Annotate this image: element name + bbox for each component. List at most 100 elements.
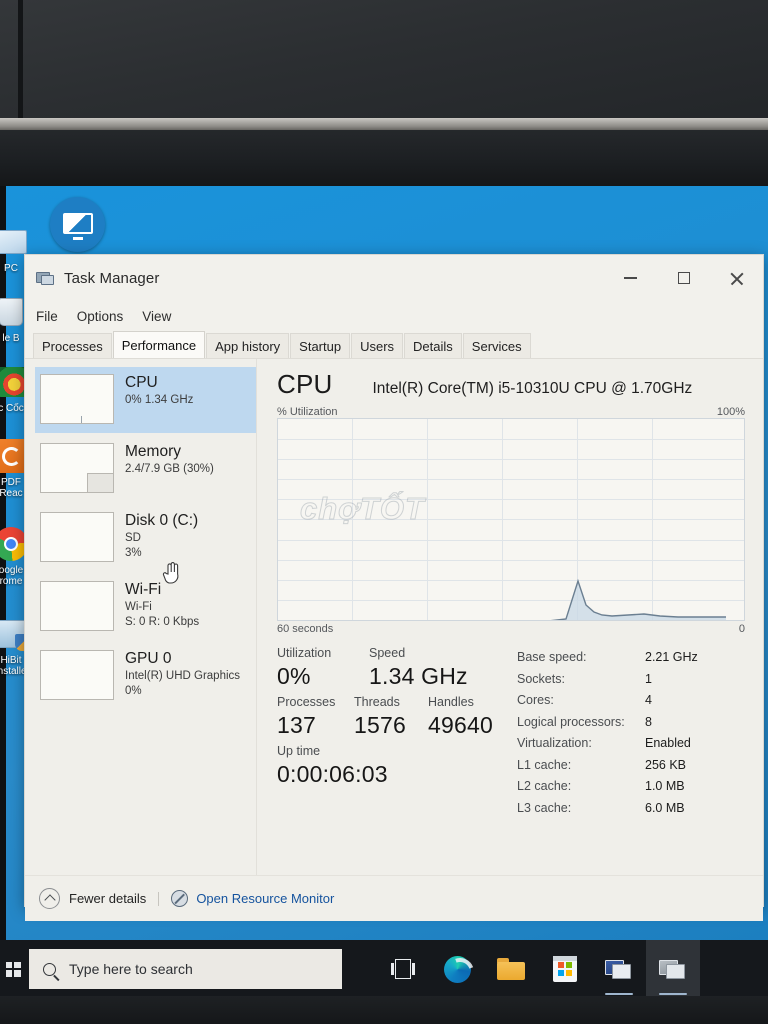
memory-mini-graph — [40, 443, 114, 493]
spec-key: L1 cache: — [517, 757, 572, 772]
sidebar-item-detail: 0% 1.34 GHz — [125, 394, 194, 406]
primary-stats: Utilization 0% Speed 1.34 GHz Processes … — [277, 645, 513, 819]
tab-users[interactable]: Users — [351, 333, 404, 358]
spec-value: 6.0 MB — [645, 800, 685, 815]
sidebar-item-gpu-0[interactable]: GPU 0 Intel(R) UHD Graphics 0% — [35, 643, 256, 709]
window-title: Task Manager — [64, 269, 160, 287]
taskbar-items[interactable] — [376, 940, 700, 998]
taskbar-file-explorer[interactable] — [484, 940, 538, 998]
sidebar-item-label: Wi-Fi — [125, 581, 162, 598]
stat-value: 1576 — [354, 712, 406, 738]
wifi-mini-graph — [40, 581, 114, 631]
cpu-utilization-graph: chợTỐT — [277, 418, 745, 621]
stat-up-time: Up time 0:00:06:03 — [277, 743, 388, 789]
spec-virtualization: Virtualization: Enabled — [517, 733, 745, 755]
spec-value: 2.21 GHz — [645, 650, 698, 664]
spec-l1-cache: L1 cache: 256 KB — [517, 755, 745, 777]
cpu-specifications: Base speed: 2.21 GHz Sockets: 1 Cores: 4 — [513, 645, 745, 819]
stats-row-uptime: Up time 0:00:06:03 — [277, 743, 513, 789]
graph-x-min-label: 0 — [738, 623, 745, 635]
spec-sockets: Sockets: 1 — [517, 669, 745, 691]
task-manager-window[interactable]: Task Manager File Options View Processes… — [24, 254, 764, 921]
stat-value: 0% — [277, 663, 311, 689]
graph-top-labels: % Utilization 100% — [277, 406, 745, 418]
stat-handles: Handles 49640 — [428, 694, 493, 740]
tab-services[interactable]: Services — [462, 333, 531, 358]
spec-value: 1.0 MB — [645, 779, 685, 793]
stat-label: Up time — [277, 744, 321, 758]
resource-list[interactable]: CPU 0% 1.34 GHz Memory 2.4/7.9 GB (30%) — [25, 359, 257, 875]
sidebar-item-detail: 2.4/7.9 GB (30%) — [125, 463, 214, 475]
spec-base-speed: Base speed: 2.21 GHz — [517, 647, 745, 669]
spec-key: Virtualization: — [517, 736, 592, 750]
sidebar-item-label: Memory — [125, 443, 181, 460]
close-button[interactable] — [710, 255, 763, 301]
stat-label: Threads — [354, 695, 400, 709]
open-resource-monitor-link[interactable]: Open Resource Monitor — [196, 891, 334, 906]
laptop-screen: PC le B c Cốc PDF Reac oogle rome HiBit … — [0, 186, 768, 998]
tab-performance[interactable]: Performance — [112, 331, 206, 358]
graph-y-max-label: 100% — [716, 406, 745, 418]
microsoft-store-icon — [553, 956, 577, 982]
spec-key: Cores: — [517, 693, 554, 707]
fewer-details-label[interactable]: Fewer details — [69, 891, 146, 906]
desktop-shortcut-monitor-icon[interactable] — [50, 197, 105, 252]
sidebar-item-detail: SD — [125, 532, 141, 544]
window-body: CPU 0% 1.34 GHz Memory 2.4/7.9 GB (30%) — [25, 359, 763, 875]
maximize-button[interactable] — [657, 255, 710, 301]
stat-speed: Speed 1.34 GHz — [369, 645, 468, 691]
taskbar-task-view-button[interactable] — [376, 940, 430, 998]
sidebar-item-detail-2: 3% — [125, 547, 142, 559]
taskbar-task-manager-2[interactable] — [646, 940, 700, 998]
resource-monitor-icon — [171, 890, 189, 907]
windows-logo-icon — [5, 961, 21, 977]
sidebar-item-detail-2: 0% — [125, 685, 142, 697]
spec-key: Sockets: — [517, 671, 565, 686]
tab-app-history[interactable]: App history — [206, 333, 290, 358]
stat-label: Processes — [277, 695, 336, 709]
photo-of-laptop-screen: PC le B c Cốc PDF Reac oogle rome HiBit … — [0, 0, 768, 1024]
start-button[interactable] — [0, 940, 26, 998]
sidebar-item-label: CPU — [125, 374, 158, 391]
search-input[interactable]: Type here to search — [29, 949, 342, 989]
sidebar-item-memory[interactable]: Memory 2.4/7.9 GB (30%) — [35, 436, 256, 502]
cpu-model-name: Intel(R) Core(TM) i5-10310U CPU @ 1.70GH… — [372, 380, 693, 397]
window-footer[interactable]: Fewer details Open Resource Monitor — [25, 875, 763, 921]
spec-value: Enabled — [645, 736, 691, 750]
footer-divider — [158, 891, 160, 906]
menu-bar[interactable]: File Options View — [25, 301, 763, 331]
spec-key: Logical processors: — [517, 714, 625, 729]
laptop-bottom-bezel — [0, 996, 768, 1024]
stats-row-utilization-speed: Utilization 0% Speed 1.34 GHz — [277, 645, 513, 691]
tab-bar[interactable]: Processes Performance App history Startu… — [25, 331, 763, 359]
running-indicator — [659, 992, 687, 995]
stat-threads: Threads 1576 — [354, 694, 428, 740]
menu-item-options[interactable]: Options — [77, 309, 124, 324]
background-edge — [18, 0, 23, 122]
sidebar-item-cpu[interactable]: CPU 0% 1.34 GHz — [35, 367, 256, 433]
menu-item-file[interactable]: File — [36, 309, 58, 324]
taskbar-task-manager-1[interactable] — [592, 940, 646, 998]
minimize-button[interactable] — [604, 255, 657, 301]
sidebar-item-label: Disk 0 (C:) — [125, 512, 199, 529]
spec-key: L2 cache: — [517, 779, 572, 793]
menu-item-view[interactable]: View — [142, 309, 171, 324]
taskbar[interactable]: Type here to search — [0, 940, 768, 998]
stat-label: Speed — [369, 646, 406, 660]
taskbar-microsoft-edge[interactable] — [430, 940, 484, 998]
spec-logical-processors: Logical processors: 8 — [517, 712, 745, 734]
window-title-bar[interactable]: Task Manager — [25, 255, 763, 301]
tab-startup[interactable]: Startup — [290, 333, 351, 358]
stats-area: Utilization 0% Speed 1.34 GHz Processes … — [277, 645, 745, 819]
stat-value: 137 — [277, 712, 316, 738]
sidebar-item-wifi[interactable]: Wi-Fi Wi-Fi S: 0 R: 0 Kbps — [35, 574, 256, 640]
spec-key: Base speed: — [517, 650, 587, 664]
fewer-details-button[interactable] — [39, 888, 60, 909]
spec-value: 1 — [645, 671, 652, 686]
taskbar-microsoft-store[interactable] — [538, 940, 592, 998]
sidebar-item-disk-0[interactable]: Disk 0 (C:) SD 3% — [35, 505, 256, 571]
tab-processes[interactable]: Processes — [33, 333, 112, 358]
spec-value: 256 KB — [645, 757, 687, 772]
microsoft-edge-icon — [443, 955, 471, 983]
tab-details[interactable]: Details — [404, 333, 462, 358]
